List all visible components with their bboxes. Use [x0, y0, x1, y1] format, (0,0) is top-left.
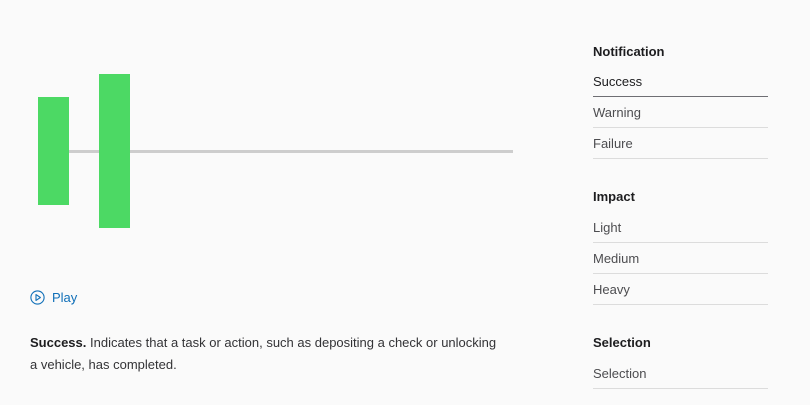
section-heading-notification: Notification	[593, 44, 665, 59]
haptic-pulse-bar	[38, 97, 69, 205]
section-heading-impact: Impact	[593, 189, 635, 204]
timeline-baseline	[67, 150, 513, 153]
nav-item-success[interactable]: Success	[593, 66, 768, 97]
description-body: Indicates that a task or action, such as…	[30, 335, 497, 372]
page: Play Success. Indicates that a task or a…	[0, 0, 810, 405]
nav-item-selection[interactable]: Selection	[593, 358, 768, 389]
play-button[interactable]: Play	[30, 290, 77, 305]
play-circle-icon	[30, 290, 45, 305]
haptic-pulse-bar	[99, 74, 130, 228]
nav-item-medium[interactable]: Medium	[593, 243, 768, 274]
nav-item-light[interactable]: Light	[593, 212, 768, 243]
nav-item-warning[interactable]: Warning	[593, 97, 768, 128]
description: Success. Indicates that a task or action…	[30, 332, 500, 376]
section-heading-selection: Selection	[593, 335, 651, 350]
play-label: Play	[52, 290, 78, 305]
description-lead: Success.	[30, 335, 87, 350]
haptic-pattern-visualization	[0, 0, 540, 260]
nav-item-heavy[interactable]: Heavy	[593, 274, 768, 305]
nav-item-failure[interactable]: Failure	[593, 128, 768, 159]
